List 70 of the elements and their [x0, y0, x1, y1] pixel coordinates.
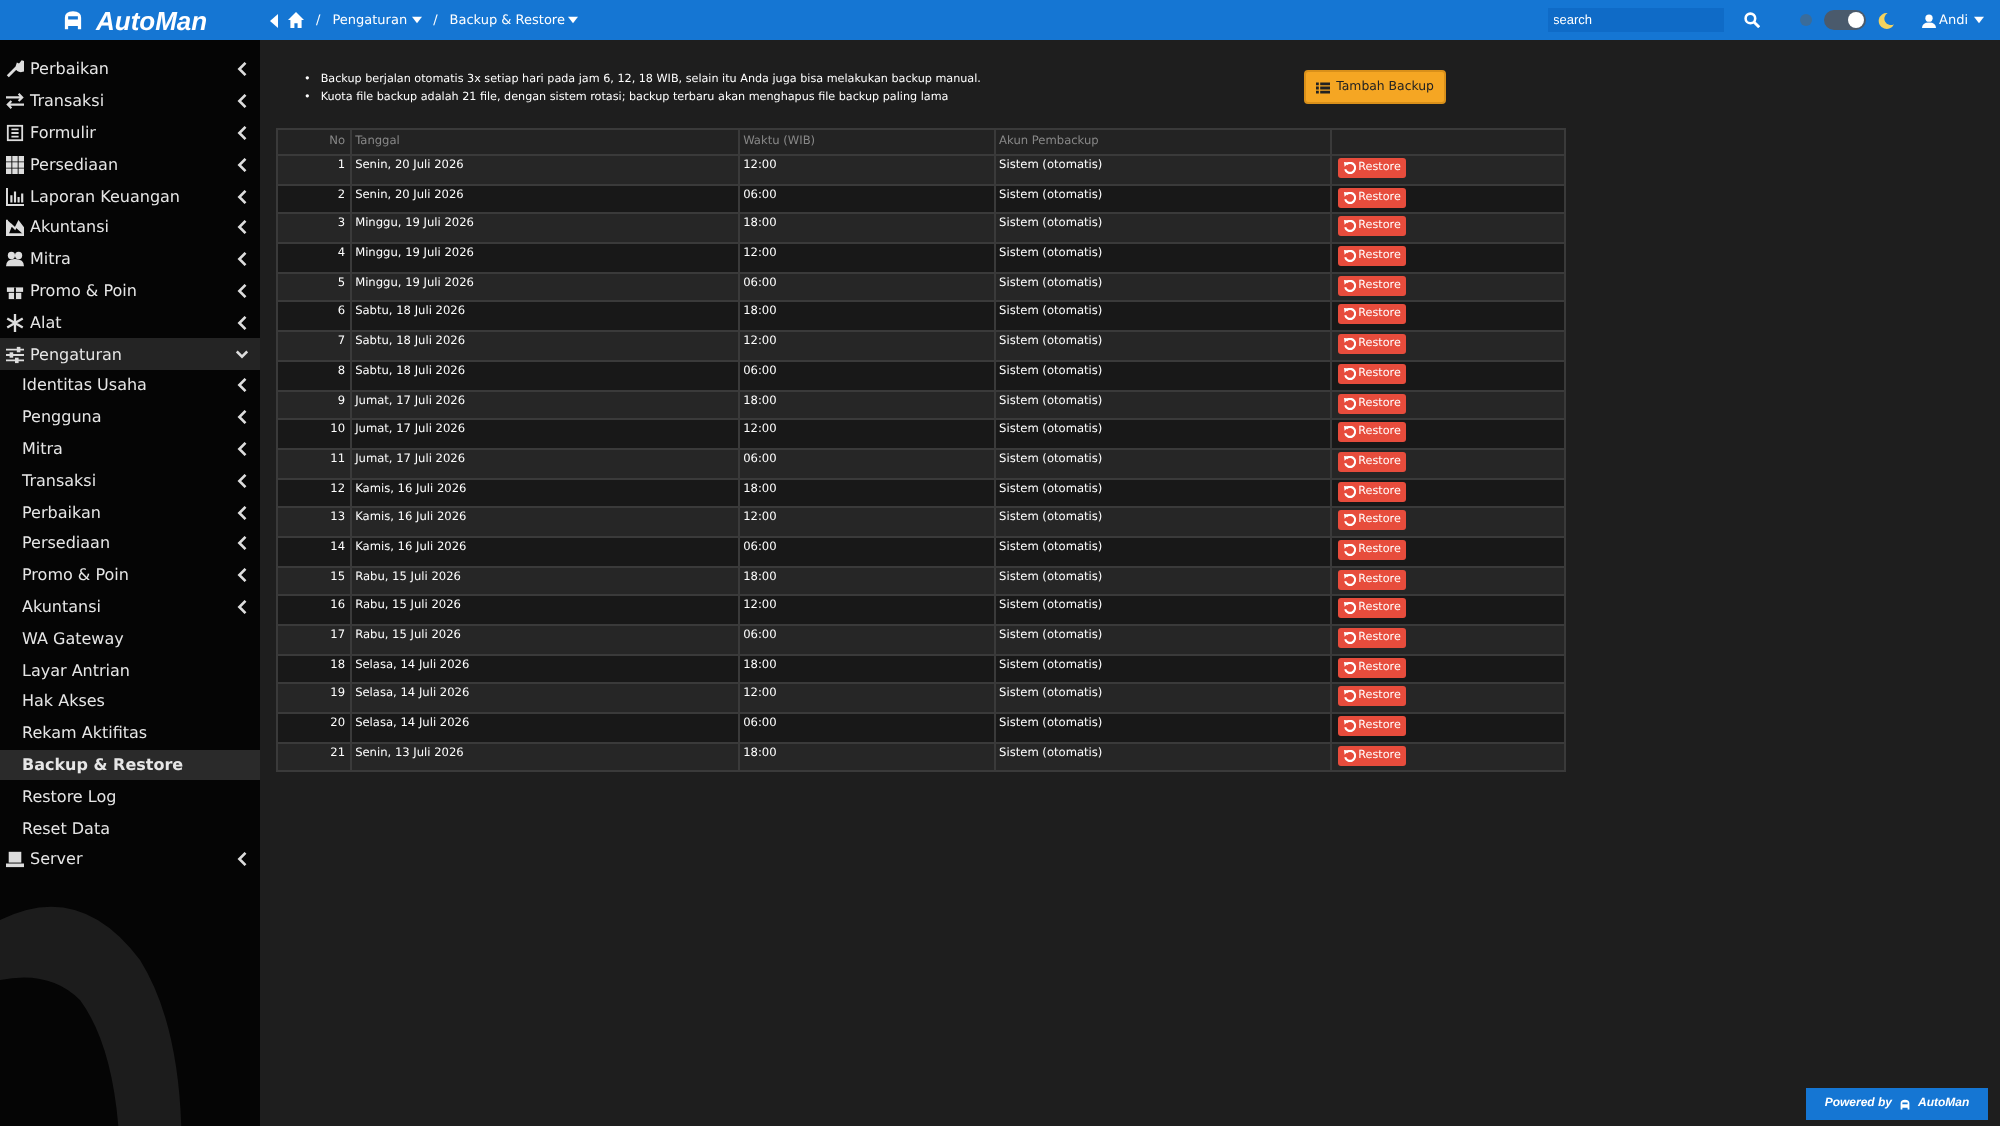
arrows-icon — [6, 92, 24, 111]
app-logo[interactable]: AutoMan — [96, 5, 208, 35]
sidebar-item[interactable]: Alat — [0, 306, 260, 339]
undo-icon — [1344, 191, 1357, 204]
theme-toggle[interactable] — [1823, 10, 1865, 30]
laptop-icon — [6, 850, 24, 869]
sidebar-item[interactable]: Formulir — [0, 117, 260, 149]
undo-icon — [1344, 250, 1357, 263]
sun-icon — [1799, 14, 1811, 26]
undo-icon — [1344, 485, 1357, 498]
undo-icon — [1344, 279, 1357, 292]
sidebar-subitem[interactable]: Backup & Restore — [0, 749, 260, 781]
sidebar-item[interactable]: Persediaan — [0, 148, 260, 181]
search-icon[interactable] — [1743, 12, 1759, 28]
undo-icon — [1344, 426, 1357, 439]
sidebar-subitem[interactable]: Akuntansi — [0, 591, 260, 623]
moon-icon — [1877, 11, 1893, 29]
chart-icon — [6, 187, 24, 206]
area-icon — [6, 218, 24, 237]
sliders-icon — [6, 345, 24, 364]
sidebar-item[interactable]: Server — [0, 843, 260, 876]
undo-icon — [1344, 632, 1357, 644]
sidebar-subitem[interactable]: Reset Data — [0, 812, 260, 844]
sidebar-item[interactable]: Akuntansi — [0, 211, 260, 244]
undo-icon — [1344, 602, 1357, 615]
sidebar-subitem[interactable]: Perbaikan — [0, 496, 260, 528]
undo-icon — [1344, 573, 1357, 586]
snow-icon — [6, 313, 24, 332]
sidebar-item[interactable]: Mitra — [0, 243, 260, 276]
undo-icon — [1344, 720, 1357, 733]
undo-icon — [1344, 367, 1357, 380]
undo-icon — [1344, 308, 1357, 321]
undo-icon — [1344, 543, 1357, 556]
sidebar-subitem[interactable]: Pengguna — [0, 401, 260, 434]
car-logo-icon — [1898, 1097, 1912, 1111]
collapse-icon[interactable] — [270, 13, 280, 27]
sidebar-subitem[interactable]: Promo & Poin — [0, 559, 260, 592]
list-icon — [1316, 81, 1331, 93]
sidebar-subitem[interactable]: Rekam Aktifitas — [0, 717, 260, 750]
undo-icon — [1344, 661, 1357, 674]
gift-icon — [6, 281, 24, 300]
undo-icon — [1344, 690, 1357, 703]
caret-icon — [1974, 16, 1984, 24]
car-logo-icon — [60, 7, 86, 33]
undo-icon — [1344, 338, 1357, 351]
wrench-icon — [6, 60, 24, 79]
undo-icon — [1344, 749, 1357, 762]
sidebar-item[interactable]: Pengaturan — [0, 338, 260, 370]
user-icon — [1921, 13, 1935, 27]
undo-icon — [1344, 514, 1357, 527]
sidebar-subitem[interactable]: Persediaan — [0, 527, 260, 560]
undo-icon — [1344, 162, 1357, 174]
grid-icon — [6, 155, 24, 174]
sidebar-subitem[interactable]: Mitra — [0, 433, 260, 465]
sidebar-subitem[interactable]: Layar Antrian — [0, 654, 260, 686]
undo-icon — [1344, 397, 1357, 409]
sidebar-item[interactable]: Laporan Keuangan — [0, 180, 260, 212]
undo-icon — [1344, 220, 1357, 233]
undo-icon — [1344, 455, 1357, 468]
home-icon[interactable] — [288, 12, 304, 28]
sidebar-item[interactable]: Promo & Poin — [0, 275, 260, 307]
sidebar-item[interactable]: Transaksi — [0, 85, 260, 118]
sidebar-subitem[interactable]: Transaksi — [0, 464, 260, 497]
form-icon — [6, 123, 24, 142]
sidebar-item[interactable]: Perbaikan — [0, 54, 260, 86]
people-icon — [6, 250, 24, 269]
sidebar-subitem[interactable]: Restore Log — [0, 780, 260, 813]
sidebar-subitem[interactable]: Hak Akses — [0, 685, 260, 718]
sidebar-subitem[interactable]: Identitas Usaha — [0, 369, 260, 402]
sidebar-subitem[interactable]: WA Gateway — [0, 622, 260, 655]
